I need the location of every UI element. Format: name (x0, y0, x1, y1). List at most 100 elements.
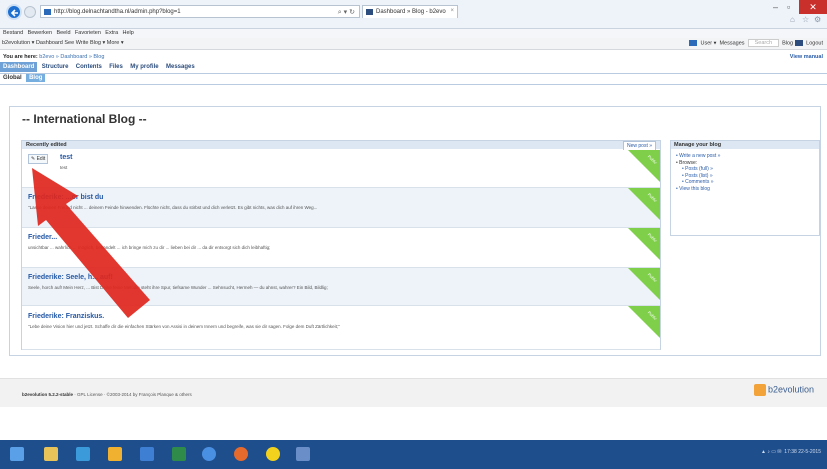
post-excerpt: "Lasse deinen Freund nicht ... deinem Fe… (28, 205, 318, 210)
subtab-global[interactable]: Global (0, 74, 25, 82)
b2evolution-logo[interactable]: b2evolution (754, 384, 814, 396)
paint-icon[interactable] (296, 447, 310, 461)
blog-link[interactable]: Blog (782, 40, 793, 46)
evobar: b2evolution ▾ Dashboard See Write Blog ▾… (0, 38, 827, 50)
menu-item[interactable]: Help (123, 30, 134, 36)
breadcrumb-path[interactable]: b2evo » Dashboard » Blog (39, 54, 104, 60)
pencil-icon: ✎ (31, 156, 36, 162)
status-ribbon (628, 306, 660, 338)
view-blog-link[interactable]: View this blog (679, 186, 710, 192)
tab-structure[interactable]: Structure (39, 62, 72, 72)
evobar-menu[interactable]: b2evolution ▾ Dashboard See Write Blog ▾… (2, 40, 124, 46)
address-bar[interactable]: http://blog.delnachtandtha.nl/admin.php?… (40, 5, 360, 18)
tray-time: 17:38 (784, 449, 797, 455)
manage-blog-title: Manage your blog (674, 142, 722, 148)
close-tab-icon[interactable]: × (450, 8, 454, 14)
status-ribbon (628, 268, 660, 300)
folder-icon[interactable] (108, 447, 122, 461)
forward-button[interactable] (24, 6, 36, 18)
post-title[interactable]: Frieder... (28, 234, 57, 241)
post-excerpt: unsichtbar ... wahrlich ... möglich, beh… (28, 245, 271, 250)
write-post-link[interactable]: Write a new post » (679, 153, 720, 159)
subtab-blog[interactable]: Blog (26, 74, 46, 82)
tab-favicon-icon (366, 9, 373, 15)
edit-post-button[interactable]: ✎ Edit (28, 154, 49, 164)
system-tray: ▲ ♪ ▭ ✉ 17:38 22-5-2015 (760, 449, 821, 455)
windows-start-icon[interactable] (10, 447, 24, 461)
minimize-icon[interactable]: – (773, 2, 778, 12)
chrome-icon[interactable] (202, 447, 216, 461)
firefox-icon[interactable] (234, 447, 248, 461)
post-row[interactable]: Friederike: Seele, h... auf! Seele, horc… (22, 268, 660, 306)
menu-item[interactable]: Favorieten (75, 30, 101, 36)
post-title[interactable]: test (60, 154, 72, 161)
manage-blog-list: • Write a new post » • Browse: • Posts (… (676, 153, 721, 192)
browser-menubar: Bestand Bewerken Beeld Favorieten Extra … (0, 29, 827, 38)
page-title: -- International Blog -- (22, 112, 147, 126)
browser-tab[interactable]: Dashboard » Blog - b2evo × (362, 5, 458, 18)
view-manual-link[interactable]: View manual (790, 54, 823, 60)
search-field[interactable]: Search (747, 39, 780, 48)
post-row[interactable]: Friederike: Franziskus. "Lebe deine Visi… (22, 306, 660, 350)
address-url: http://blog.delnachtandtha.nl/admin.php?… (54, 9, 181, 15)
breadcrumb-prefix: You are here: (3, 54, 38, 60)
tab-contents[interactable]: Contents (73, 62, 105, 72)
favorites-star-icon[interactable]: ☆ (802, 15, 809, 24)
user-icon (688, 40, 697, 46)
post-row[interactable]: ✎ Edit test test Public (22, 150, 660, 188)
menu-item[interactable]: Bewerken (28, 30, 52, 36)
posts-full-link[interactable]: Posts (full) » (685, 166, 713, 172)
blog-icon (794, 40, 803, 46)
b2evolution-logo-text: b2evolution (768, 384, 815, 395)
tab-dashboard[interactable]: Dashboard (0, 62, 38, 72)
recently-edited-title: Recently edited (26, 142, 67, 148)
main-tabs: Dashboard Structure Contents Files My pr… (0, 62, 827, 74)
logout-link[interactable]: Logout (806, 40, 823, 46)
menu-item[interactable]: Extra (105, 30, 118, 36)
back-arrow-icon (10, 9, 18, 17)
sub-tabs: Global Blog (0, 74, 827, 85)
settings-gear-icon[interactable]: ⚙ (814, 15, 821, 24)
browse-label: Browse: (679, 159, 698, 166)
close-window-button[interactable]: ✕ (799, 0, 827, 14)
footer-brand[interactable]: b2evolution 5.2.2-stable (22, 392, 73, 397)
footer-text: b2evolution 5.2.2-stable · GPL License ·… (22, 392, 192, 397)
refresh-icon[interactable]: ⌕ ▾ ↻ (338, 8, 355, 17)
post-title[interactable]: Friederike: Franziskus. (28, 313, 104, 320)
user-menu[interactable]: User ▾ (700, 40, 716, 46)
post-row[interactable]: Friederike: ...or bist du "Lasse deinen … (22, 188, 660, 228)
status-ribbon (628, 150, 660, 182)
browser-tab-title: Dashboard » Blog - b2evo (376, 9, 446, 15)
post-row[interactable]: Frieder... unsichtbar ... wahrlich ... m… (22, 228, 660, 268)
comments-link[interactable]: Comments » (685, 179, 713, 185)
tab-messages[interactable]: Messages (163, 62, 198, 72)
recently-edited-header: Recently edited New post » (22, 141, 660, 151)
post-title[interactable]: Friederike: Seele, h... auf! (28, 274, 113, 281)
manage-blog-header: Manage your blog (671, 141, 819, 149)
taskbar: ▲ ♪ ▭ ✉ 17:38 22-5-2015 (0, 440, 827, 469)
status-ribbon (628, 188, 660, 220)
footer-license: · GPL License · ©2003-2014 by François P… (74, 392, 192, 397)
internet-explorer-icon[interactable] (76, 447, 90, 461)
back-button[interactable] (6, 4, 22, 20)
excel-icon[interactable] (172, 447, 186, 461)
site-favicon-icon (44, 9, 51, 15)
breadcrumb: You are here: b2evo » Dashboard » Blog V… (0, 52, 827, 62)
post-excerpt: Seele, horch auf! Mein Herz, ... Bist De… (28, 285, 328, 290)
post-excerpt: test (60, 165, 68, 170)
post-title[interactable]: Friederike: ...or bist du (28, 194, 103, 201)
posts-list-link[interactable]: Posts (list) » (685, 173, 713, 179)
tray-date: 22-5-2015 (798, 449, 821, 455)
menu-item[interactable]: Bestand (3, 30, 23, 36)
word-icon[interactable] (140, 447, 154, 461)
tab-my-profile[interactable]: My profile (127, 62, 161, 72)
maximize-icon[interactable]: ▫ (787, 2, 790, 12)
file-explorer-icon[interactable] (44, 447, 58, 461)
menu-item[interactable]: Beeld (56, 30, 70, 36)
media-player-icon[interactable] (266, 447, 280, 461)
status-ribbon (628, 228, 660, 260)
home-icon[interactable]: ⌂ (790, 15, 795, 24)
messages-link[interactable]: Messages (719, 40, 744, 46)
edit-label: Edit (36, 156, 46, 162)
tab-files[interactable]: Files (106, 62, 126, 72)
